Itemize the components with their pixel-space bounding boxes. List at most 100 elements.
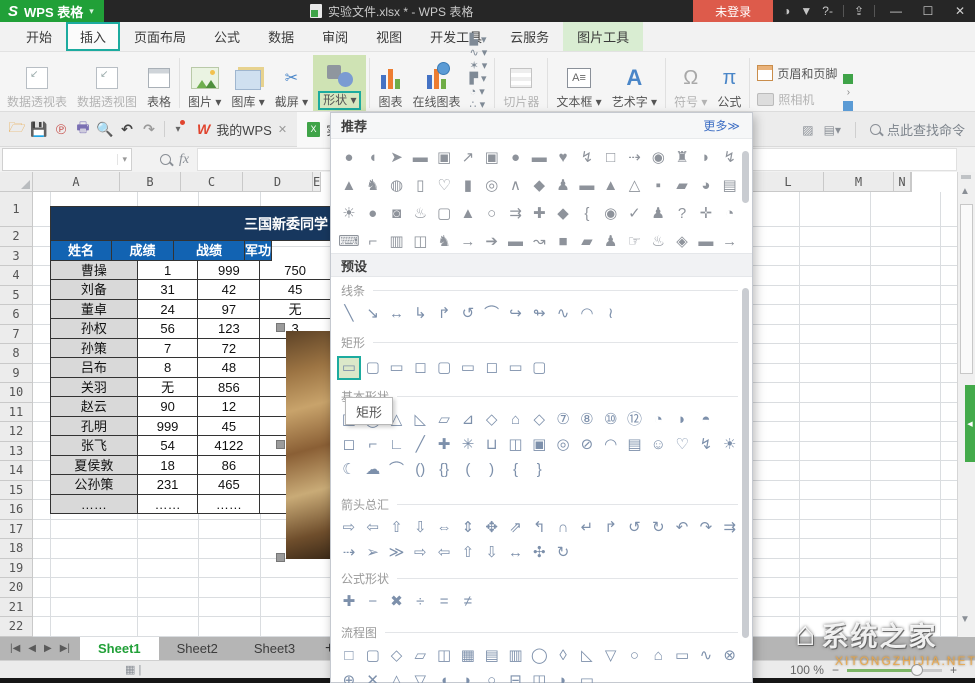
shape-glyph[interactable]: ➔ <box>480 229 504 255</box>
wps-logo[interactable]: S WPS 表格 ▾ <box>0 0 104 22</box>
row-header[interactable]: 8 <box>0 344 33 364</box>
shape-glyph[interactable]: ▣ <box>432 145 456 171</box>
menu-tab[interactable]: 插入 <box>66 22 120 51</box>
shape-glyph[interactable]: ● <box>504 145 528 171</box>
shape-glyph[interactable]: ▦ <box>456 643 480 669</box>
shape-glyph[interactable]: ↝ <box>527 229 551 255</box>
shape-glyph[interactable]: () <box>408 457 432 483</box>
shape-glyph[interactable]: ▭ <box>456 355 480 381</box>
grid-row[interactable] <box>33 559 330 579</box>
shape-glyph[interactable]: ∩ <box>551 515 575 541</box>
table-header-cell[interactable]: 姓名 <box>51 241 112 261</box>
shape-glyph[interactable]: ● <box>337 145 361 171</box>
shape-glyph[interactable]: ) <box>480 457 504 483</box>
online-chart-button[interactable]: 在线图表 <box>408 55 466 111</box>
shape-glyph[interactable]: ♟ <box>646 201 670 227</box>
grid-right[interactable] <box>753 192 957 637</box>
shape-glyph[interactable]: ◻ <box>408 355 432 381</box>
row-header[interactable]: 11 <box>0 403 33 423</box>
shape-glyph[interactable]: ↺ <box>456 301 480 327</box>
column-header[interactable]: L <box>753 172 824 192</box>
shape-glyph[interactable]: ▢ <box>527 355 551 381</box>
row-header[interactable]: 10 <box>0 383 33 403</box>
row-header[interactable]: 2 <box>0 227 33 247</box>
shape-glyph[interactable]: ⇧ <box>385 515 409 541</box>
shape-glyph[interactable]: = <box>432 589 456 615</box>
shape-glyph[interactable]: ◫ <box>432 643 456 669</box>
login-button[interactable]: 未登录 <box>693 0 773 22</box>
textbox-button[interactable]: A≡ 文本框 ▾ <box>551 55 606 111</box>
shape-glyph[interactable]: ÷ <box>408 589 432 615</box>
green-square-icon[interactable] <box>843 74 853 84</box>
shape-glyph[interactable]: ↯ <box>694 432 718 458</box>
cell-score[interactable]: …… <box>138 495 199 515</box>
cell-score[interactable]: 31 <box>138 280 199 300</box>
shape-glyph[interactable]: ✕ <box>361 668 385 683</box>
shape-glyph[interactable]: ⇉ <box>718 515 742 541</box>
shape-glyph[interactable]: ↻ <box>646 515 670 541</box>
shape-glyph[interactable]: ⌂ <box>646 643 670 669</box>
help-icon[interactable]: ?- <box>822 4 833 18</box>
row-header[interactable]: 5 <box>0 286 33 306</box>
cell-score[interactable]: 1 <box>138 261 199 281</box>
shape-glyph[interactable]: ◗ <box>694 145 718 171</box>
print-icon[interactable]: 🖶 <box>72 117 94 141</box>
shape-glyph[interactable]: ♡ <box>670 432 694 458</box>
mini-chart-button[interactable]: ▛ ▾ <box>470 72 488 85</box>
shape-glyph[interactable]: ≀ <box>599 301 623 327</box>
shape-glyph[interactable]: ▣ <box>480 145 504 171</box>
shape-glyph[interactable]: ⌂ <box>504 407 528 433</box>
shape-glyph[interactable]: → <box>456 229 480 255</box>
table-title[interactable]: 三国新委同学 <box>51 206 331 241</box>
inserted-picture[interactable] <box>286 331 330 559</box>
shape-glyph[interactable]: ↘ <box>361 301 385 327</box>
shape-glyph[interactable]: ↗ <box>456 145 480 171</box>
menu-tab[interactable]: 页面布局 <box>120 22 200 51</box>
shape-glyph[interactable]: ⌨ <box>337 229 361 255</box>
shape-glyph[interactable]: ▤ <box>718 173 742 199</box>
shape-glyph[interactable]: ? <box>670 201 694 227</box>
shape-glyph[interactable]: △ <box>623 173 647 199</box>
cell-battle[interactable]: …… <box>198 495 260 515</box>
shape-glyph[interactable]: − <box>361 589 385 615</box>
shape-glyph[interactable]: ⊗ <box>718 643 742 669</box>
column-header[interactable]: B <box>120 172 181 192</box>
cell-name[interactable]: 孔明 <box>51 417 138 437</box>
grid-row[interactable] <box>753 325 957 345</box>
grid-row[interactable] <box>753 266 957 286</box>
chart-button[interactable]: 图表 <box>373 55 407 111</box>
column-header[interactable]: E <box>313 172 321 192</box>
shape-glyph[interactable]: { <box>575 201 599 227</box>
row-header[interactable]: 9 <box>0 364 33 384</box>
row-header[interactable]: 17 <box>0 520 33 540</box>
shape-glyph[interactable]: ◙ <box>385 201 409 227</box>
shape-glyph[interactable]: ◫ <box>527 668 551 683</box>
row-header[interactable]: 1 <box>0 192 33 227</box>
shape-glyph[interactable]: ▬ <box>694 229 718 255</box>
row-header[interactable]: 21 <box>0 598 33 618</box>
cell-battle[interactable]: 42 <box>198 280 260 300</box>
grid-row[interactable] <box>753 442 957 462</box>
cell-name[interactable]: 关羽 <box>51 378 138 398</box>
shape-glyph[interactable]: ↰ <box>527 515 551 541</box>
column-header[interactable]: C <box>181 172 243 192</box>
shape-glyph[interactable]: ◆ <box>527 173 551 199</box>
cell-merit[interactable]: 无 <box>260 300 331 320</box>
cell-battle[interactable]: 86 <box>198 456 260 476</box>
menu-tab[interactable]: 公式 <box>200 22 254 51</box>
shape-glyph[interactable]: → <box>718 229 742 255</box>
shape-glyph[interactable]: ◯ <box>527 643 551 669</box>
cell-battle[interactable]: 72 <box>198 339 260 359</box>
grid-row[interactable] <box>753 481 957 501</box>
shape-glyph[interactable]: ∿ <box>694 643 718 669</box>
grid-row[interactable] <box>753 500 957 520</box>
shape-glyph[interactable]: ▱ <box>408 643 432 669</box>
shape-glyph[interactable]: ⇢ <box>623 145 647 171</box>
cell-name[interactable]: 公孙策 <box>51 475 138 495</box>
shape-glyph[interactable]: ⌒ <box>385 457 409 483</box>
pivot-chart-button[interactable]: 数据透视图 <box>72 55 142 111</box>
shape-glyph[interactable]: ◈ <box>670 229 694 255</box>
menu-tab[interactable]: 云服务 <box>496 22 563 51</box>
shape-glyph[interactable]: ↺ <box>623 515 647 541</box>
cell-name[interactable]: 赵云 <box>51 397 138 417</box>
